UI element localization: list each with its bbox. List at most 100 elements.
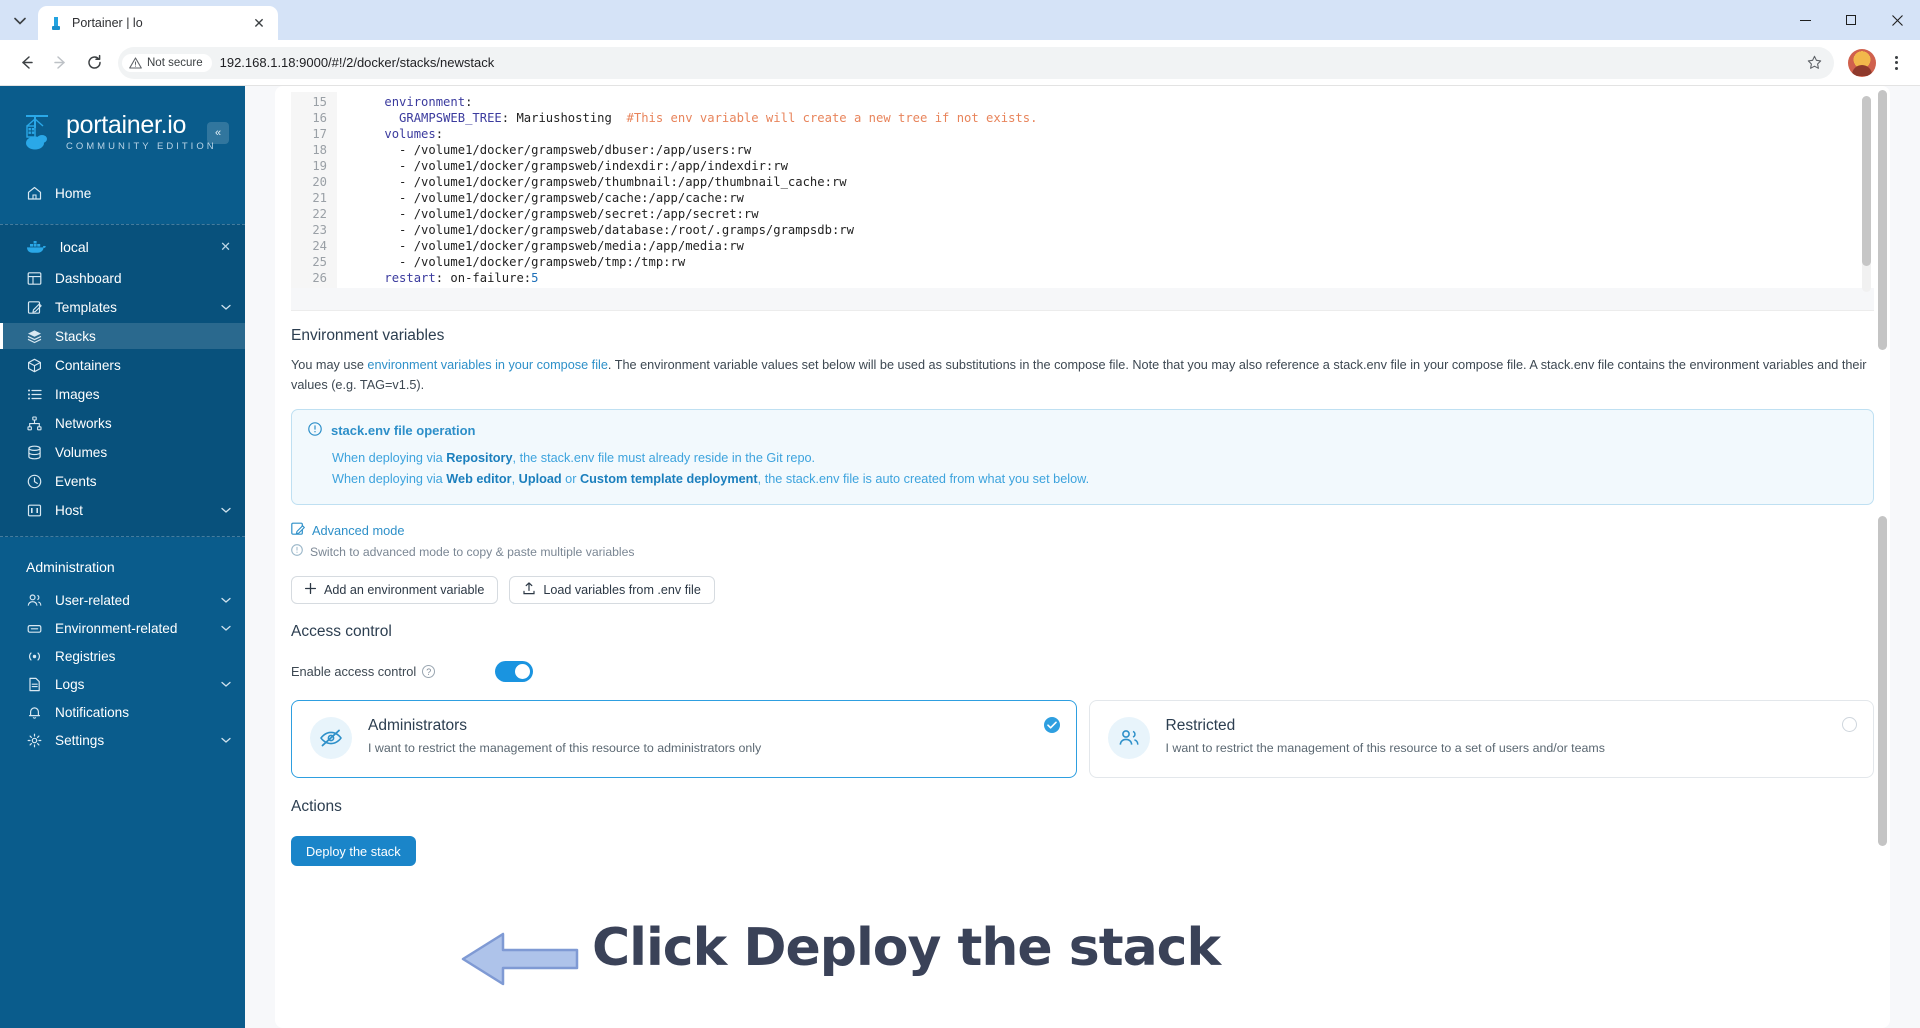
back-button[interactable] <box>10 47 42 79</box>
code-line[interactable]: - /volume1/docker/grampsweb/tmp:/tmp:rw <box>355 254 1874 270</box>
chevron-down-icon[interactable] <box>221 681 231 688</box>
deploy-the-stack-button[interactable]: Deploy the stack <box>291 836 416 866</box>
code-lines[interactable]: environment: GRAMPSWEB_TREE: Mariushosti… <box>337 92 1874 288</box>
env-buttons-row: Add an environment variable Load variabl… <box>291 576 1874 604</box>
forward-button[interactable] <box>44 47 76 79</box>
sidebar-item-stacks[interactable]: Stacks <box>0 323 245 349</box>
access-card-administrators[interactable]: Administrators I want to restrict the ma… <box>291 700 1077 778</box>
sidebar-item-templates[interactable]: Templates <box>0 294 245 320</box>
chevron-down-icon[interactable] <box>221 737 231 744</box>
minimize-button[interactable] <box>1782 0 1828 40</box>
sidebar-collapse-button[interactable]: « <box>207 122 229 144</box>
access-control-toggle-row: Enable access control ? <box>291 661 1874 682</box>
reload-button[interactable] <box>78 47 110 79</box>
stack-form-panel: 15 16 17 18 19 20 21 22 23 24 25 26 environment: GR… <box>275 86 1890 1028</box>
enable-access-control-switch[interactable] <box>495 661 534 682</box>
code-line[interactable]: - /volume1/docker/grampsweb/cache:/app/c… <box>355 190 1874 206</box>
advanced-mode-toggle[interactable]: Advanced mode <box>291 522 1874 539</box>
url-text[interactable]: 192.168.1.18:9000/#!/2/docker/stacks/new… <box>220 55 1800 70</box>
load-env-file-label: Load variables from .env file <box>543 583 701 597</box>
code-token: - /volume1/docker/grampsweb/database:/ro… <box>399 223 854 237</box>
chevron-down-icon[interactable] <box>221 304 231 311</box>
code-line[interactable]: - /volume1/docker/grampsweb/media:/app/m… <box>355 238 1874 254</box>
advanced-mode-hint: Switch to advanced mode to copy & paste … <box>310 544 635 559</box>
add-environment-variable-label: Add an environment variable <box>324 583 485 597</box>
sidebar-environment-header[interactable]: local ✕ <box>0 232 245 262</box>
access-card-restricted[interactable]: Restricted I want to restrict the manage… <box>1088 700 1874 778</box>
security-indicator[interactable]: Not secure <box>122 53 212 72</box>
sidebar-item-images[interactable]: Images <box>0 381 245 407</box>
add-environment-variable-button[interactable]: Add an environment variable <box>291 576 499 604</box>
environment-icon <box>26 621 42 636</box>
sidebar-item-dashboard[interactable]: Dashboard <box>0 265 245 291</box>
chevron-down-icon[interactable] <box>221 597 231 604</box>
tab-search-caret-icon[interactable] <box>6 7 34 35</box>
sidebar-item-networks-label: Networks <box>55 415 112 431</box>
sidebar-item-environment-related[interactable]: Environment-related <box>0 615 245 641</box>
code-token: GRAMPSWEB_TREE <box>399 111 502 125</box>
sidebar-item-home-label: Home <box>55 185 92 201</box>
env-vars-doc-link[interactable]: environment variables in your compose fi… <box>367 358 607 372</box>
close-window-button[interactable] <box>1874 0 1920 40</box>
line-number: 19 <box>312 159 327 173</box>
scrollbar-thumb-bottom[interactable] <box>1878 516 1887 846</box>
code-token: : on-failure: <box>435 271 532 285</box>
maximize-button[interactable] <box>1828 0 1874 40</box>
profile-avatar[interactable] <box>1848 48 1876 77</box>
sidebar-item-settings[interactable]: Settings <box>0 727 245 753</box>
code-token: restart <box>384 271 436 285</box>
code-line[interactable]: - /volume1/docker/grampsweb/indexdir:/ap… <box>355 158 1874 174</box>
chevron-down-icon[interactable] <box>221 625 231 632</box>
stacks-icon <box>26 329 42 344</box>
chevron-down-icon[interactable] <box>221 507 231 514</box>
tab-close-icon[interactable]: ✕ <box>250 14 268 32</box>
sidebar-item-user-related[interactable]: User-related <box>0 587 245 613</box>
images-icon <box>26 387 42 402</box>
sidebar-item-events-label: Events <box>55 473 97 489</box>
code-line[interactable]: GRAMPSWEB_TREE: Mariushosting #This env … <box>355 110 1874 126</box>
sidebar-item-user-related-label: User-related <box>55 592 130 608</box>
sidebar-item-events[interactable]: Events <box>0 468 245 494</box>
code-token: - /volume1/docker/grampsweb/tmp:/tmp:rw <box>399 255 686 269</box>
compose-editor[interactable]: 15 16 17 18 19 20 21 22 23 24 25 26 environment: GR… <box>291 92 1874 311</box>
code-line[interactable]: volumes: <box>355 126 1874 142</box>
sidebar-item-notifications[interactable]: Notifications <box>0 699 245 725</box>
code-line[interactable]: restart: on-failure:5 <box>355 270 1874 286</box>
admin-eye-icon <box>310 717 352 759</box>
sidebar-item-home[interactable]: Home <box>0 178 245 208</box>
line-number: 23 <box>312 223 327 237</box>
load-env-file-button[interactable]: Load variables from .env file <box>509 576 715 604</box>
address-bar[interactable]: Not secure 192.168.1.18:9000/#!/2/docker… <box>118 46 1834 79</box>
sidebar-item-containers[interactable]: Containers <box>0 352 245 378</box>
infobox-line2-bold2: Upload <box>518 472 562 486</box>
code-area[interactable]: 15 16 17 18 19 20 21 22 23 24 25 26 environment: GR… <box>291 92 1874 288</box>
tab-title: Portainer | lo <box>72 16 143 30</box>
sidebar-logo[interactable]: portainer.io COMMUNITY EDITION « <box>0 86 245 170</box>
code-line[interactable]: environment: <box>355 94 1874 110</box>
editor-scrollbar[interactable] <box>1862 96 1871 292</box>
browser-menu-icon[interactable] <box>1882 49 1910 77</box>
logo-title: portainer.io <box>66 110 187 139</box>
sidebar-item-host[interactable]: Host <box>0 497 245 523</box>
help-question-icon[interactable]: ? <box>422 665 436 678</box>
bookmark-star-icon[interactable] <box>1800 49 1828 77</box>
sidebar-item-volumes[interactable]: Volumes <box>0 439 245 465</box>
tab-strip: Portainer | lo ✕ <box>0 0 1920 40</box>
code-line[interactable]: - /volume1/docker/grampsweb/dbuser:/app/… <box>355 142 1874 158</box>
access-card-administrators-desc: I want to restrict the management of thi… <box>368 741 762 755</box>
code-line[interactable]: - /volume1/docker/grampsweb/secret:/app/… <box>355 206 1874 222</box>
sidebar-item-registries[interactable]: Registries <box>0 643 245 669</box>
templates-icon <box>26 300 42 315</box>
code-line[interactable]: - /volume1/docker/grampsweb/thumbnail:/a… <box>355 174 1874 190</box>
sidebar-item-networks[interactable]: Networks <box>0 410 245 436</box>
scrollbar-thumb-top[interactable] <box>1878 90 1887 350</box>
sidebar-environment-close-icon[interactable]: ✕ <box>220 239 231 255</box>
browser-tab[interactable]: Portainer | lo ✕ <box>38 6 278 40</box>
sidebar-item-logs[interactable]: Logs <box>0 671 245 697</box>
page-scrollbar[interactable] <box>1877 86 1887 1028</box>
sidebar-item-logs-label: Logs <box>55 676 85 692</box>
access-card-restricted-title: Restricted <box>1165 717 1236 734</box>
code-line[interactable]: - /volume1/docker/grampsweb/database:/ro… <box>355 222 1874 238</box>
logo-text-block: portainer.io COMMUNITY EDITION <box>66 110 217 152</box>
unselected-radio-icon[interactable] <box>1842 717 1857 732</box>
